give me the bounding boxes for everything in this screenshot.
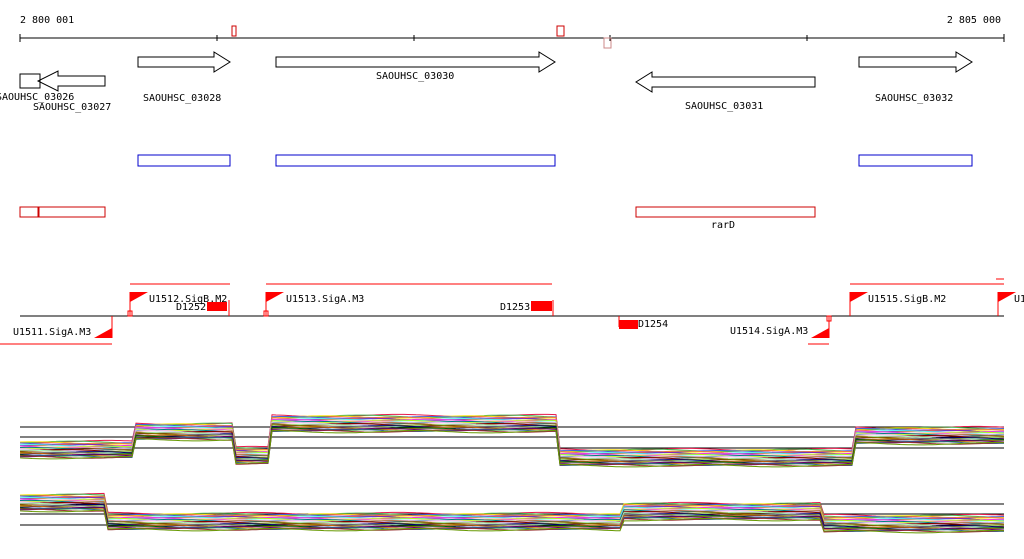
terminator-label-d1254: D1254 [638,319,668,330]
expression-track-reverse [19,492,1005,534]
cds-box[interactable] [137,154,231,167]
terminator-label-d1253: D1253 [500,302,530,313]
promoter-label-u1-partial: U1 [1014,294,1024,305]
promoter-flag[interactable] [811,328,829,338]
operon-box[interactable] [38,206,106,218]
gene-label-saouhsc-03030: SAOUHSC_03030 [376,71,454,82]
gene-arrow-saouhsc-03032[interactable] [858,51,973,73]
terminator-block[interactable] [531,301,552,311]
gene-arrow-saouhsc-03027[interactable] [36,70,106,92]
terminator-block[interactable] [619,320,638,329]
ruler-start-label: 2 800 001 [20,15,74,26]
operon-box[interactable] [19,206,39,218]
promoter-label-u1511: U1511.SigA.M3 [13,327,91,338]
expression-track-forward [19,413,1005,468]
operon-track: rarD [19,206,816,231]
operon-box-rard[interactable] [635,206,816,218]
terminator-block[interactable] [207,302,227,311]
promoter-flag[interactable] [850,292,868,302]
promoter-label-u1513: U1513.SigA.M3 [286,294,364,305]
ruler-marker [556,25,565,37]
gene-label-saouhsc-03027: SAOUHSC_03027 [33,102,111,113]
gene-label-saouhsc-03031: SAOUHSC_03031 [685,101,763,112]
ruler-end-label: 2 805 000 [947,15,1001,26]
cds-box[interactable] [275,154,556,167]
promoter-label-u1514: U1514.SigA.M3 [730,326,808,337]
gene-label-saouhsc-03028: SAOUHSC_03028 [143,93,221,104]
terminator-label-d1252: D1252 [176,302,206,313]
gene-arrow-saouhsc-03030[interactable] [275,51,556,73]
promoter-label-u1515: U1515.SigB.M2 [868,294,946,305]
ruler-marker [231,25,237,37]
operon-label-rard: rarD [711,220,735,231]
promoter-track: U1511.SigA.M3 U1512.SigB.M2 D1252 U1513.… [0,278,1024,345]
gene-arrow-saouhsc-03028[interactable] [137,51,231,73]
gene-arrow-saouhsc-03031[interactable] [635,71,816,93]
coordinate-ruler: 2 800 001 2 805 000 [19,15,1005,49]
gene-label-saouhsc-03032: SAOUHSC_03032 [875,93,953,104]
cds-track [137,154,973,167]
gene-track: SAOUHSC_03026 SAOUHSC_03027 SAOUHSC_0302… [0,51,973,113]
genome-browser-view: 2 800 001 2 805 000 SAOUHSC_03026 SAOUHS… [0,15,1024,534]
promoter-flag[interactable] [94,328,112,338]
cds-box[interactable] [858,154,973,167]
promoter-flag[interactable] [266,292,284,302]
promoter-flag[interactable] [130,292,148,302]
